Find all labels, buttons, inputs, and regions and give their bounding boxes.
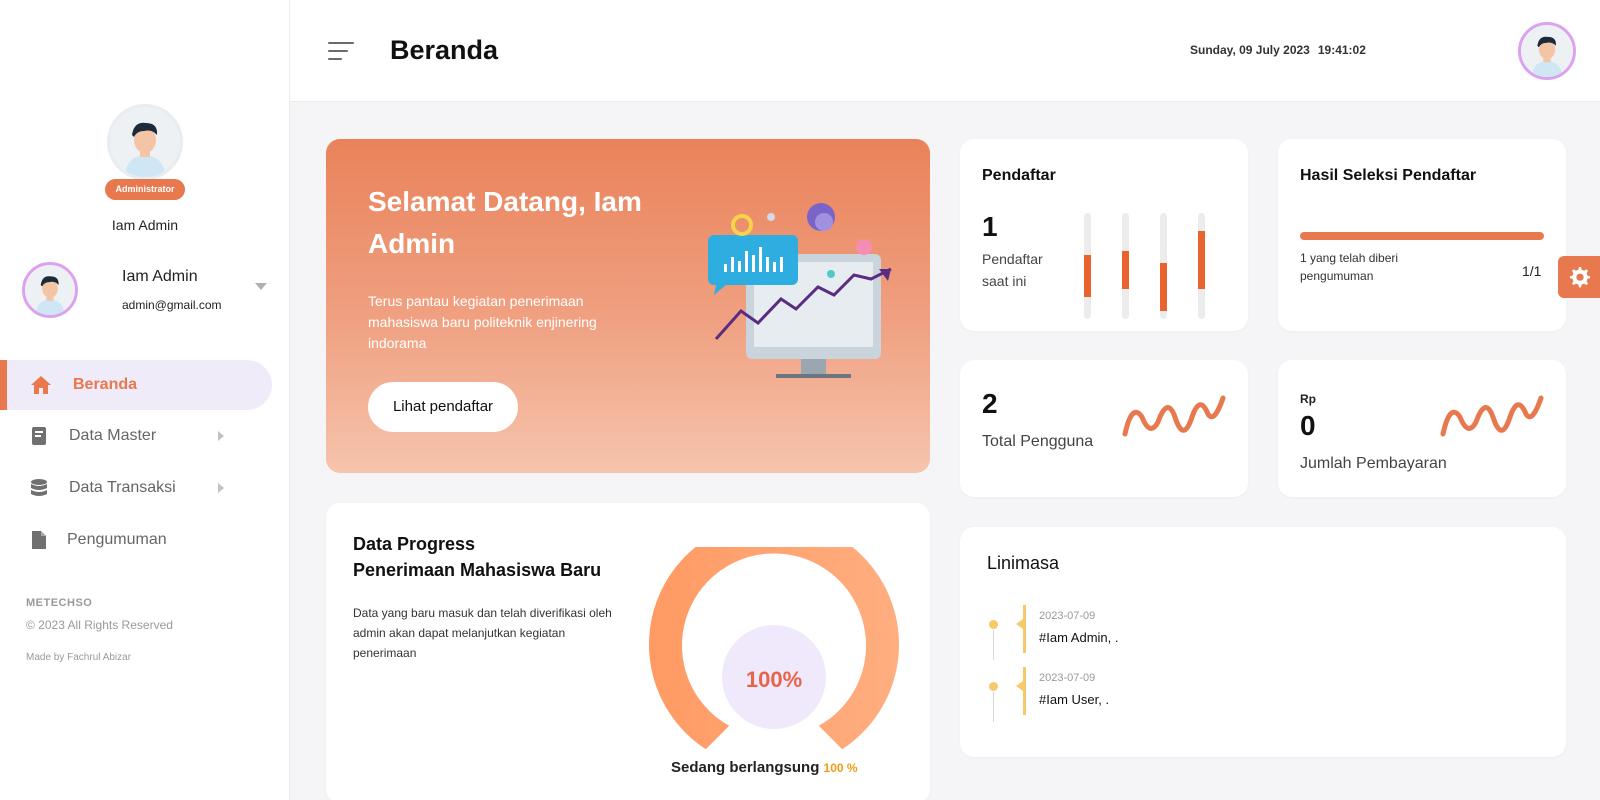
progress-card: Data Progress Penerimaan Mahasiswa Baru …: [326, 503, 930, 800]
date-text: Sunday, 09 July 2023: [1190, 43, 1310, 57]
nav-label: Beranda: [73, 376, 138, 393]
registrants-label: Pendaftar saat ini: [982, 251, 1043, 289]
file-icon: [28, 529, 50, 551]
timeline-card: Linimasa 2023-07-09 #Iam Admin, . 2023-0…: [960, 527, 1566, 757]
timeline-date: 2023-07-09: [1039, 610, 1096, 622]
chevron-down-icon[interactable]: [255, 283, 267, 290]
payments-currency: Rp: [1300, 392, 1316, 406]
timeline-title: Linimasa: [987, 553, 1060, 573]
progress-description: Data yang baru masuk dan telah diverifik…: [353, 606, 612, 660]
gear-icon: [1570, 267, 1590, 288]
nav-label: Pengumuman: [67, 531, 167, 548]
nav-item-pengumuman[interactable]: Pengumuman: [0, 515, 272, 565]
selection-results-card: Hasil Seleksi Pendaftar 1 yang telah dib…: [1278, 139, 1566, 331]
progress-title-line1: Data Progress: [353, 534, 476, 554]
gauge-status-value: 100 %: [823, 761, 858, 775]
user-card[interactable]: Iam Admin admin@gmail.com: [22, 262, 272, 322]
nav-item-data-master[interactable]: Data Master: [0, 411, 272, 461]
payments-amount: 0: [1300, 410, 1316, 441]
page-title: Beranda: [390, 35, 499, 65]
database-icon: [28, 477, 50, 499]
users-card: 2 Total Pengguna: [960, 360, 1248, 497]
gauge-arc: [649, 519, 899, 750]
copyright: © 2023 All Rights Reserved: [26, 618, 173, 632]
datetime: Sunday, 09 July 2023 19:41:02: [1190, 43, 1366, 57]
timeline-line: [993, 692, 994, 722]
chevron-right-icon: [218, 431, 224, 441]
gauge-status: Sedang berlangsung 100 %: [671, 759, 901, 776]
users-label: Total Pengguna: [982, 433, 1094, 450]
timeline-line: [993, 630, 994, 660]
nav-item-data-transaksi[interactable]: Data Transaksi: [0, 463, 272, 513]
user-name: Iam Admin: [122, 268, 198, 285]
user-email: admin@gmail.com: [122, 298, 222, 312]
progress-title-line2: Penerimaan Mahasiswa Baru: [353, 560, 602, 580]
book-icon: [28, 425, 50, 447]
timeline-item: 2023-07-09 #Iam User, .: [987, 667, 1487, 722]
menu-icon[interactable]: [328, 42, 354, 62]
admin-avatar: [107, 104, 183, 180]
timeline-text: #Iam User, .: [1039, 692, 1110, 707]
gauge-status-label: Sedang berlangsung: [671, 759, 820, 776]
nav-label: Data Transaksi: [69, 479, 176, 496]
timeline-text: #Iam Admin, .: [1039, 630, 1119, 645]
nav-label: Data Master: [69, 427, 157, 444]
nav-item-beranda[interactable]: Beranda: [0, 360, 272, 410]
chevron-right-icon: [218, 483, 224, 493]
mini-bar-chart: [1084, 213, 1205, 319]
timeline-dot: [989, 682, 998, 691]
header-avatar[interactable]: [1518, 22, 1576, 80]
admin-name: Iam Admin: [111, 217, 179, 233]
registrants-card: Pendaftar 1 Pendaftar saat ini: [960, 139, 1248, 331]
users-count: 2: [982, 388, 998, 419]
settings-button[interactable]: [1558, 256, 1600, 298]
payments-label: Jumlah Pembayaran: [1300, 455, 1447, 472]
wave-sparkline-icon: [1440, 395, 1544, 437]
sidebar: Administrator Iam Admin Iam Admin admin@…: [0, 0, 290, 800]
progress-gauge: 100%: [644, 519, 904, 767]
analytics-illustration-icon: [708, 203, 892, 378]
wave-sparkline-icon: [1122, 395, 1226, 437]
payments-card: Rp 0 Jumlah Pembayaran: [1278, 360, 1566, 497]
user-avatar: [22, 262, 78, 318]
welcome-title: Selamat Datang, Iam Admin: [368, 186, 642, 259]
selection-label: 1 yang telah diberi pengumuman: [1300, 251, 1399, 283]
welcome-banner: Selamat Datang, Iam Admin Terus pantau k…: [326, 139, 930, 473]
timeline-date: 2023-07-09: [1039, 672, 1096, 684]
selection-title: Hasil Seleksi Pendaftar: [1300, 167, 1477, 184]
progress-title: Data Progress Penerimaan Mahasiswa Baru: [353, 531, 633, 583]
registrants-title: Pendaftar: [982, 167, 1056, 184]
timeline-dot: [989, 620, 998, 629]
welcome-description: Terus pantau kegiatan penerimaan mahasis…: [368, 293, 597, 351]
home-icon: [30, 374, 52, 396]
gauge-percent: 100%: [745, 667, 803, 692]
time-text: 19:41:02: [1317, 43, 1366, 57]
role-badge: Administrator: [105, 179, 185, 200]
view-registrants-button[interactable]: Lihat pendaftar: [368, 382, 518, 432]
timeline-item: 2023-07-09 #Iam Admin, .: [987, 605, 1487, 660]
selection-ratio: 1/1: [1522, 263, 1542, 279]
made-by: Made by Fachrul Abizar: [26, 652, 132, 663]
top-header: Beranda Sunday, 09 July 2023 19:41:02: [290, 0, 1600, 102]
selection-progress-bar: [1300, 232, 1544, 240]
brand-name: METECHSO: [26, 597, 93, 609]
registrants-count: 1: [982, 211, 998, 242]
